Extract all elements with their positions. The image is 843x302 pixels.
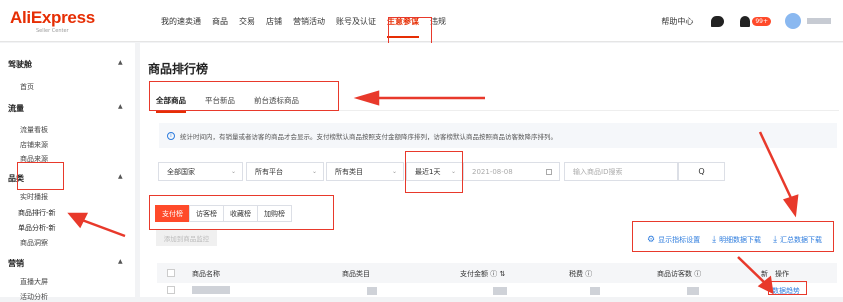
bell-icon[interactable] xyxy=(740,15,751,27)
col-new: 新 xyxy=(761,270,768,278)
info-icon: i xyxy=(167,131,175,140)
col-tax: 税费 ⓘ xyxy=(569,270,593,278)
nav-account[interactable]: 账号及认证 xyxy=(336,16,376,27)
date-picker[interactable]: 2021-08-08 xyxy=(463,162,560,181)
nav-my-aliexpress[interactable]: 我的速卖通 xyxy=(161,16,201,27)
top-right-tools: 帮助中心 99+ xyxy=(661,0,843,42)
nav-marketing[interactable]: 营销活动 xyxy=(293,16,325,27)
category-blurred xyxy=(367,287,377,295)
main-panel: 商品排行榜 全部商品 平台新品 前台透标商品 i 统计时间内，有销量或者访客的商… xyxy=(140,43,843,297)
platform-select[interactable]: 所有平台 ⌄ xyxy=(246,162,324,181)
sidebar-item-realtime[interactable]: 实时播报 xyxy=(20,192,48,202)
help-center-link[interactable]: 帮助中心 xyxy=(661,16,693,27)
chevron-down-icon: ⌄ xyxy=(391,168,397,175)
search-placeholder: 输入商品ID搜索 xyxy=(573,167,623,176)
table-header: 商品名称 商品类目 支付金额 ⓘ ⇅ 税费 ⓘ 商品访客数 ⓘ 新 操作 xyxy=(157,263,837,283)
sidebar-item-home[interactable]: 首页 xyxy=(20,82,34,92)
annotation-box-actions xyxy=(632,221,834,252)
chevron-up-icon[interactable]: ▲ xyxy=(118,258,123,265)
section-title: 驾驶舱 xyxy=(8,60,32,69)
chevron-up-icon[interactable]: ▲ xyxy=(118,59,123,66)
section-title: 营销 xyxy=(8,259,24,268)
nav-store[interactable]: 店铺 xyxy=(266,16,282,27)
annotation-box-segments xyxy=(149,195,334,230)
annotation-box-trend xyxy=(768,281,807,295)
sidebar-item-store-source[interactable]: 店铺来源 xyxy=(20,140,48,150)
col-payment[interactable]: 支付金额 ⓘ ⇅ xyxy=(460,269,505,279)
visitors-blurred xyxy=(687,287,699,295)
nav-trade[interactable]: 交易 xyxy=(239,16,255,27)
chevron-down-icon: ⌄ xyxy=(311,168,317,175)
sidebar-section-marketing[interactable]: 营销 ▲ xyxy=(0,258,123,269)
sidebar-item-insight[interactable]: 商品洞察 xyxy=(20,238,48,248)
sidebar-item-single-analysis[interactable]: 单品分析-新 xyxy=(18,223,56,233)
col-actions: 操作 xyxy=(775,270,789,278)
notice-bar: i 统计时间内，有销量或者访客的商品才会显示。支付榜默认商品按照支付金额降序排列… xyxy=(159,123,837,148)
username-blurred[interactable] xyxy=(807,18,831,24)
date-value: 2021-08-08 xyxy=(472,167,513,176)
country-select[interactable]: 全部国家 ⌄ xyxy=(158,162,243,181)
logo-subtitle: Seller Center xyxy=(36,28,69,34)
chevron-down-icon: ⌄ xyxy=(230,168,236,175)
category-select-value: 所有类目 xyxy=(335,167,363,176)
col-product-name: 商品名称 xyxy=(192,270,220,278)
category-select[interactable]: 所有类目 ⌄ xyxy=(326,162,404,181)
chevron-up-icon[interactable]: ▲ xyxy=(118,103,123,110)
notice-text: 统计时间内，有销量或者访客的商品才会显示。支付榜默认商品按照支付金额降序排列，访… xyxy=(180,132,557,141)
col-category: 商品类目 xyxy=(342,270,370,278)
search-icon: Q xyxy=(698,167,705,176)
nav-violations[interactable]: 违规 xyxy=(430,16,446,27)
section-title: 流量 xyxy=(8,104,24,113)
sidebar-item-activity[interactable]: 活动分析 xyxy=(20,292,48,302)
sidebar-section-cockpit[interactable]: 驾驶舱 ▲ xyxy=(0,59,123,70)
product-thumbnail-blurred[interactable] xyxy=(192,286,230,294)
row-checkbox[interactable] xyxy=(167,286,175,294)
annotation-box-tabs xyxy=(149,81,339,111)
page-title: 商品排行榜 xyxy=(148,62,209,76)
select-all-checkbox[interactable] xyxy=(167,269,175,277)
calendar-icon xyxy=(546,168,552,175)
payment-blurred xyxy=(493,287,507,295)
annotation-box-period xyxy=(405,151,463,193)
platform-select-value: 所有平台 xyxy=(255,167,283,176)
logo-brand: AliExpress xyxy=(10,8,95,27)
search-button[interactable]: Q xyxy=(678,162,725,181)
annotation-box-sidebar xyxy=(17,162,64,190)
nav-products[interactable]: 商品 xyxy=(212,16,228,27)
add-to-monitor-button[interactable]: 添加到商品监控 xyxy=(156,230,217,246)
tax-blurred xyxy=(590,287,600,295)
chevron-up-icon[interactable]: ▲ xyxy=(118,173,123,180)
sidebar-item-live-screen[interactable]: 直播大屏 xyxy=(20,277,48,287)
country-select-value: 全部国家 xyxy=(167,167,195,176)
sidebar-section-traffic[interactable]: 流量 ▲ xyxy=(0,103,123,114)
chat-icon[interactable] xyxy=(711,15,725,27)
notification-badge: 99+ xyxy=(752,16,771,26)
logo[interactable]: AliExpress Seller Center xyxy=(10,8,95,34)
table-row xyxy=(157,283,837,297)
sidebar-item-traffic-board[interactable]: 流量看板 xyxy=(20,125,48,135)
search-input[interactable]: 输入商品ID搜索 xyxy=(564,162,678,181)
sidebar-item-product-ranking[interactable]: 商品排行-新 xyxy=(18,208,56,218)
col-visitors: 商品访客数 ⓘ xyxy=(657,270,702,278)
avatar[interactable] xyxy=(785,13,801,29)
